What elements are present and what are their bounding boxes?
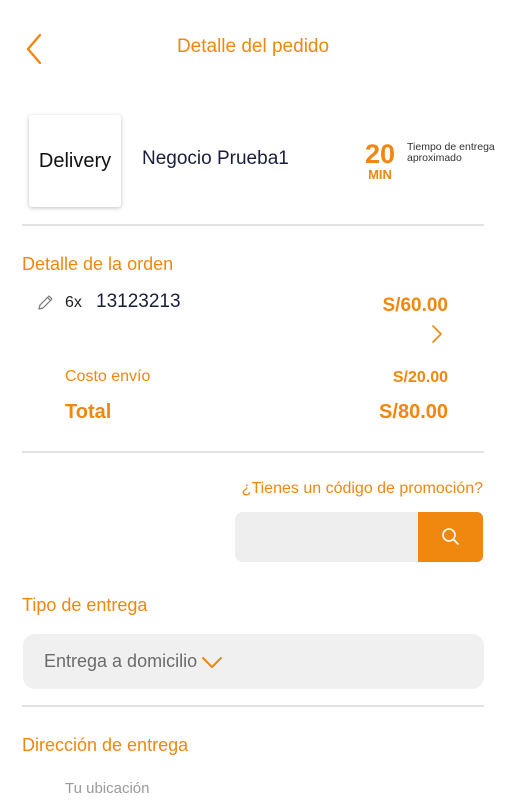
- item-expand-button[interactable]: [430, 324, 444, 344]
- store-name: Negocio Prueba1: [142, 148, 289, 169]
- page-title: Detalle del pedido: [176, 36, 330, 57]
- shipping-cost-value: S/20.00: [392, 369, 448, 386]
- edit-item-button[interactable]: [36, 294, 54, 312]
- eta-unit: MIN: [368, 167, 392, 182]
- total-label: Total: [65, 401, 112, 423]
- delivery-address-title: Dirección de entrega: [22, 735, 189, 755]
- promo-code-input[interactable]: [235, 512, 419, 562]
- order-section-title: Detalle de la orden: [22, 254, 174, 274]
- item-quantity: 6x: [65, 294, 82, 311]
- total-value: S/80.00: [379, 401, 448, 423]
- divider: [22, 224, 484, 226]
- promo-code-link[interactable]: ¿Tienes un código de promoción?: [242, 480, 483, 498]
- item-name: 13123213: [96, 291, 181, 312]
- divider: [22, 705, 484, 707]
- shipping-cost-label: Costo envío: [65, 368, 151, 385]
- eta-value: 20: [364, 139, 396, 169]
- delivery-type-title: Tipo de entrega: [22, 595, 148, 615]
- search-icon: [441, 528, 459, 545]
- store-logo: Delivery: [29, 115, 121, 207]
- location-field[interactable]: Tu ubicación: [65, 780, 150, 797]
- item-price: S/60.00: [382, 295, 449, 316]
- chevron-right-icon: [432, 325, 442, 343]
- chevron-down-icon: [202, 656, 223, 668]
- delivery-type-value: Entrega a domicilio: [44, 651, 198, 671]
- divider: [22, 451, 484, 453]
- header: Detalle del pedido: [0, 0, 506, 96]
- eta-label: Tiempo de entrega aproximado: [407, 141, 495, 164]
- delivery-type-select[interactable]: Entrega a domicilio: [23, 634, 484, 689]
- store-summary: Delivery Negocio Prueba1 20 MIN Tiempo d…: [0, 108, 506, 218]
- pencil-icon: [38, 295, 53, 310]
- delivery-time-estimate: 20 MIN Tiempo de entrega aproximado: [360, 138, 500, 186]
- order-item: 6x 13123213 S/60.00: [0, 288, 506, 348]
- promo-search-button[interactable]: [418, 512, 483, 562]
